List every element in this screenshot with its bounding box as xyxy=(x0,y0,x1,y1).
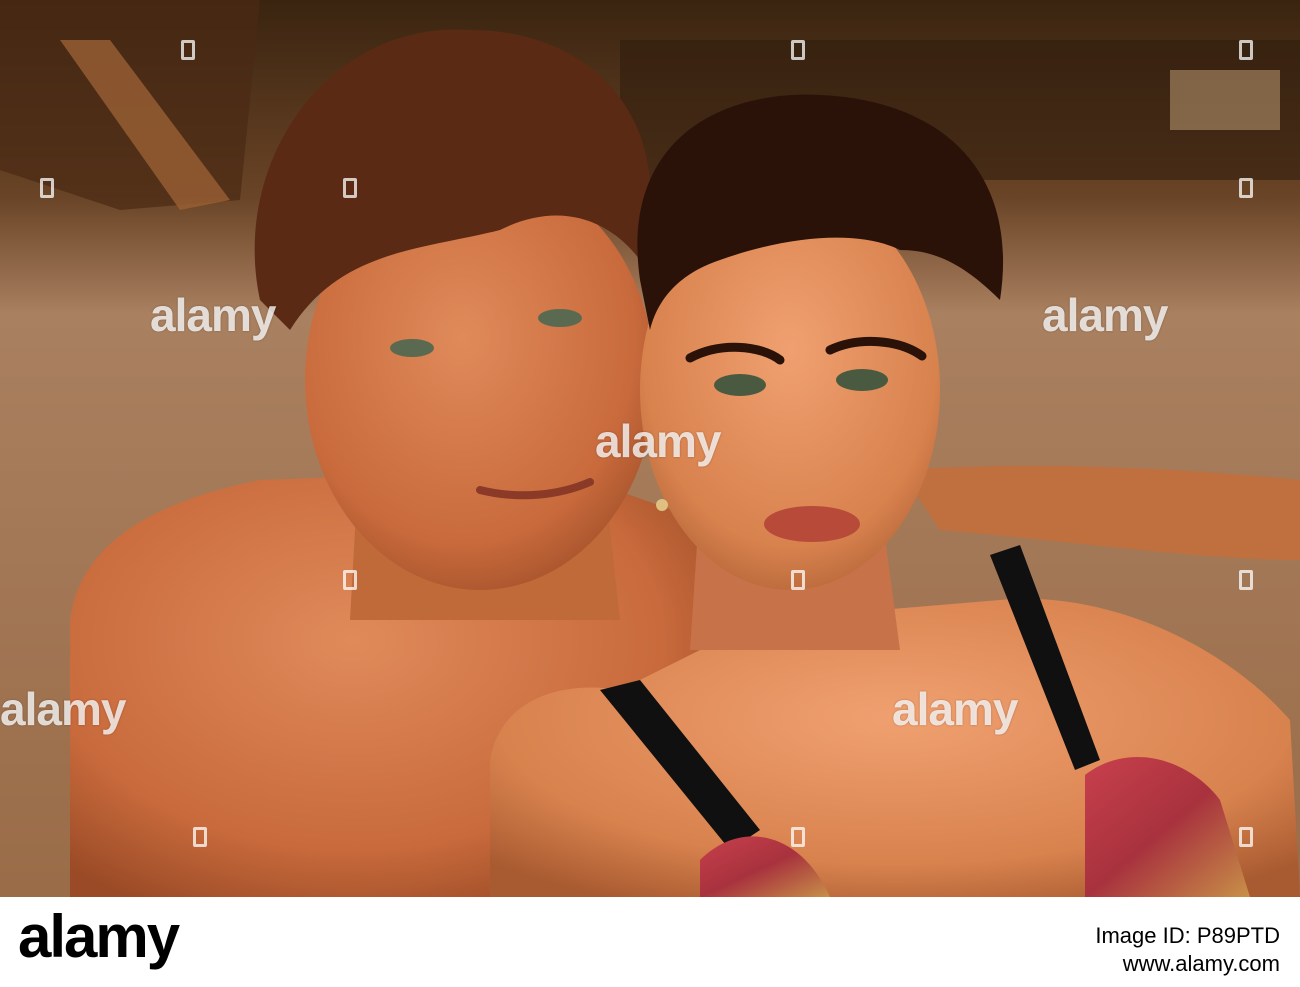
watermark: alamy xyxy=(1042,289,1168,341)
photo: alamy alamy alamy alamy alamy xyxy=(0,0,1300,897)
earring xyxy=(656,499,668,511)
woman-eye-left xyxy=(714,374,766,396)
man-eye-left xyxy=(390,339,434,357)
watermark-mark xyxy=(1239,827,1253,847)
watermark: alamy xyxy=(150,289,276,341)
site-url: www.alamy.com xyxy=(1122,951,1280,976)
woman-eye-right xyxy=(836,369,888,391)
footer-logo: alamy xyxy=(18,903,180,970)
watermark-mark xyxy=(791,827,805,847)
background-sign xyxy=(1170,70,1280,130)
footer-bar: alamy Image ID: P89PTD www.alamy.com xyxy=(0,897,1300,987)
watermark-mark xyxy=(791,40,805,60)
watermark: alamy xyxy=(892,683,1018,735)
watermark-mark xyxy=(1239,178,1253,198)
watermark-mark xyxy=(791,570,805,590)
watermark: alamy xyxy=(595,415,721,467)
image-id-label: Image ID: P89PTD xyxy=(1095,923,1280,948)
watermark-mark xyxy=(1239,40,1253,60)
watermark-mark xyxy=(181,40,195,60)
watermark-mark xyxy=(343,570,357,590)
watermark-mark xyxy=(40,178,54,198)
photo-frame: alamy alamy alamy alamy alamy alamy Imag… xyxy=(0,0,1300,987)
watermark: alamy xyxy=(0,683,126,735)
watermark-mark xyxy=(1239,570,1253,590)
woman-lips xyxy=(764,506,860,542)
watermark-mark xyxy=(343,178,357,198)
man-eye-right xyxy=(538,309,582,327)
watermark-mark xyxy=(193,827,207,847)
